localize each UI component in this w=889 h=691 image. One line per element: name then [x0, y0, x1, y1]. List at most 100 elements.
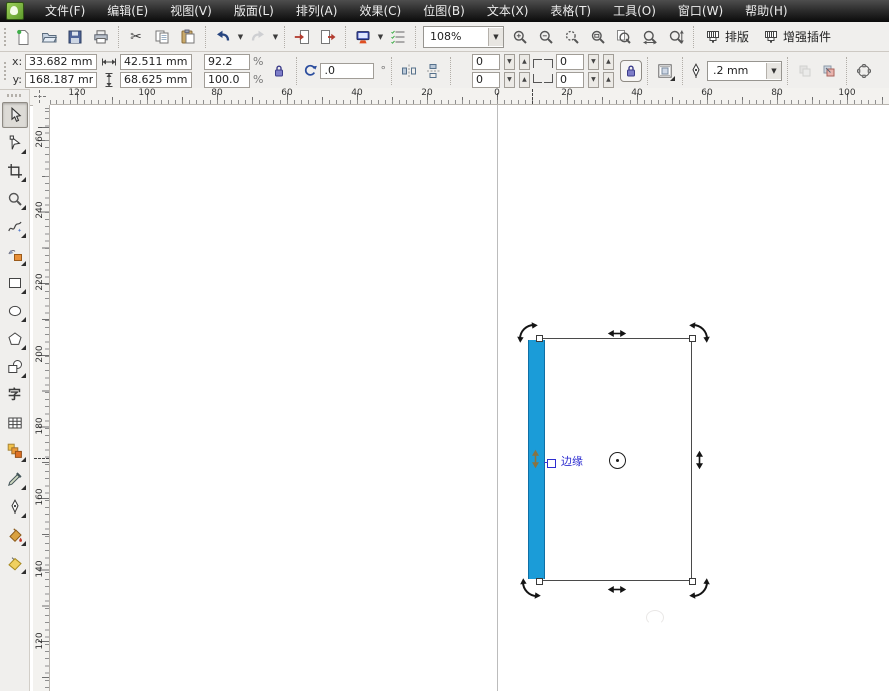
zoom-tool[interactable] — [2, 186, 28, 212]
zoom-in-button[interactable] — [507, 24, 533, 50]
spin-up-button[interactable]: ▲ — [519, 54, 530, 70]
skew-handle-right[interactable] — [695, 450, 704, 470]
spin-up-button[interactable]: ▲ — [603, 72, 614, 88]
rotation-center-marker[interactable] — [609, 452, 626, 469]
zoom-all-button[interactable] — [585, 24, 611, 50]
scale-lock-button[interactable] — [267, 59, 291, 83]
menu-item-4[interactable]: 排列(A) — [285, 0, 349, 22]
skew-handle-bottom[interactable] — [607, 585, 627, 594]
print-button[interactable] — [88, 24, 114, 50]
blend-tool[interactable] — [2, 438, 28, 464]
menu-item-7[interactable]: 文本(X) — [476, 0, 540, 22]
spin-down-button[interactable]: ▼ — [588, 54, 599, 70]
freehand-tool[interactable] — [2, 214, 28, 240]
rectangle-tool[interactable] — [2, 270, 28, 296]
enhanced-plugins-button[interactable]: 增强插件 — [756, 25, 838, 49]
toolbar-grip[interactable] — [4, 28, 6, 46]
zoom-selection-button[interactable] — [559, 24, 585, 50]
spin-down-button[interactable]: ▼ — [504, 72, 515, 88]
save-button[interactable] — [62, 24, 88, 50]
spin-up-button[interactable]: ▲ — [603, 54, 614, 70]
new-document-button[interactable] — [10, 24, 36, 50]
corner-lock-button[interactable] — [620, 60, 642, 82]
ruler-origin[interactable] — [30, 88, 50, 106]
skew-handle-top[interactable] — [607, 329, 627, 338]
vertical-ruler[interactable]: 260240220200180160140120 — [33, 105, 50, 691]
toolbar-grip[interactable] — [4, 62, 6, 80]
chevron-down-icon[interactable]: ▼ — [236, 33, 245, 41]
menu-item-10[interactable]: 窗口(W) — [667, 0, 734, 22]
menu-item-5[interactable]: 效果(C) — [348, 0, 412, 22]
zoom-height-button[interactable] — [663, 24, 689, 50]
canvas-area[interactable]: 边缘 — [50, 105, 889, 691]
shape-tool[interactable] — [2, 130, 28, 156]
rotate-handle-bottom-right[interactable] — [689, 578, 711, 600]
spin-down-button[interactable]: ▼ — [504, 54, 515, 70]
fill-tool[interactable] — [2, 522, 28, 548]
convert-to-curves-button[interactable] — [852, 59, 876, 83]
zoom-width-button[interactable] — [637, 24, 663, 50]
zoom-page-button[interactable] — [611, 24, 637, 50]
interactive-fill-tool[interactable] — [2, 550, 28, 576]
open-button[interactable] — [36, 24, 62, 50]
scale-h-input[interactable] — [204, 54, 250, 70]
rotation-input[interactable] — [320, 63, 374, 79]
polygon-tool[interactable] — [2, 326, 28, 352]
skew-handle-left[interactable] — [531, 449, 540, 469]
corner-radius-bl-input[interactable] — [472, 72, 500, 88]
menu-item-2[interactable]: 视图(V) — [159, 0, 223, 22]
spin-up-button[interactable]: ▲ — [519, 72, 530, 88]
menu-item-0[interactable]: 文件(F) — [34, 0, 96, 22]
page-guideline[interactable] — [497, 105, 498, 691]
outline-pen-tool[interactable] — [2, 494, 28, 520]
paste-button[interactable] — [175, 24, 201, 50]
wrap-text-button[interactable] — [653, 59, 677, 83]
convert-outline-button[interactable] — [817, 59, 841, 83]
ellipse-tool[interactable] — [2, 298, 28, 324]
toolbox-grip[interactable] — [7, 94, 23, 97]
rotate-handle-bottom-left[interactable] — [519, 578, 541, 600]
y-position-input[interactable] — [25, 72, 97, 88]
copy-button[interactable] — [149, 24, 175, 50]
chevron-down-icon[interactable]: ▼ — [271, 33, 280, 41]
rotate-handle-top-right[interactable] — [689, 321, 711, 343]
outline-width-select[interactable]: .2 mm ▼ — [707, 61, 782, 81]
zoom-out-button[interactable] — [533, 24, 559, 50]
mirror-horizontal-button[interactable] — [397, 59, 421, 83]
import-button[interactable] — [289, 24, 315, 50]
welcome-options-button[interactable] — [385, 24, 411, 50]
selection-node-icon[interactable] — [547, 459, 556, 468]
mirror-vertical-button[interactable] — [421, 59, 445, 83]
object-width-input[interactable] — [120, 54, 192, 70]
corner-radius-tr-input[interactable] — [556, 54, 584, 70]
eyedropper-tool[interactable] — [2, 466, 28, 492]
smart-fill-tool[interactable] — [2, 242, 28, 268]
layout-button[interactable]: 排版 — [698, 25, 756, 49]
undo-button[interactable] — [210, 24, 236, 50]
crop-tool[interactable] — [2, 158, 28, 184]
basic-shapes-tool[interactable] — [2, 354, 28, 380]
horizontal-ruler[interactable]: 12010080604020020406080100 — [50, 88, 889, 105]
rotate-handle-top-left[interactable] — [516, 321, 538, 343]
menu-item-6[interactable]: 位图(B) — [412, 0, 476, 22]
x-position-input[interactable] — [25, 54, 97, 70]
text-tool[interactable]: 字 — [2, 382, 28, 408]
copy-attributes-button[interactable] — [793, 59, 817, 83]
app-launcher-button[interactable] — [350, 24, 376, 50]
corner-radius-br-input[interactable] — [556, 72, 584, 88]
menu-item-11[interactable]: 帮助(H) — [734, 0, 798, 22]
zoom-level-select[interactable]: 108%▼ — [423, 26, 504, 48]
menu-item-9[interactable]: 工具(O) — [602, 0, 667, 22]
object-height-input[interactable] — [120, 72, 192, 88]
menu-item-1[interactable]: 编辑(E) — [96, 0, 159, 22]
cut-button[interactable]: ✂ — [123, 24, 149, 50]
chevron-down-icon[interactable]: ▼ — [376, 33, 385, 41]
scale-v-input[interactable] — [204, 72, 250, 88]
menu-item-3[interactable]: 版面(L) — [223, 0, 285, 22]
export-button[interactable] — [315, 24, 341, 50]
menu-item-8[interactable]: 表格(T) — [539, 0, 602, 22]
table-tool[interactable] — [2, 410, 28, 436]
spin-down-button[interactable]: ▼ — [588, 72, 599, 88]
redo-button[interactable] — [245, 24, 271, 50]
pick-tool[interactable] — [2, 102, 28, 128]
